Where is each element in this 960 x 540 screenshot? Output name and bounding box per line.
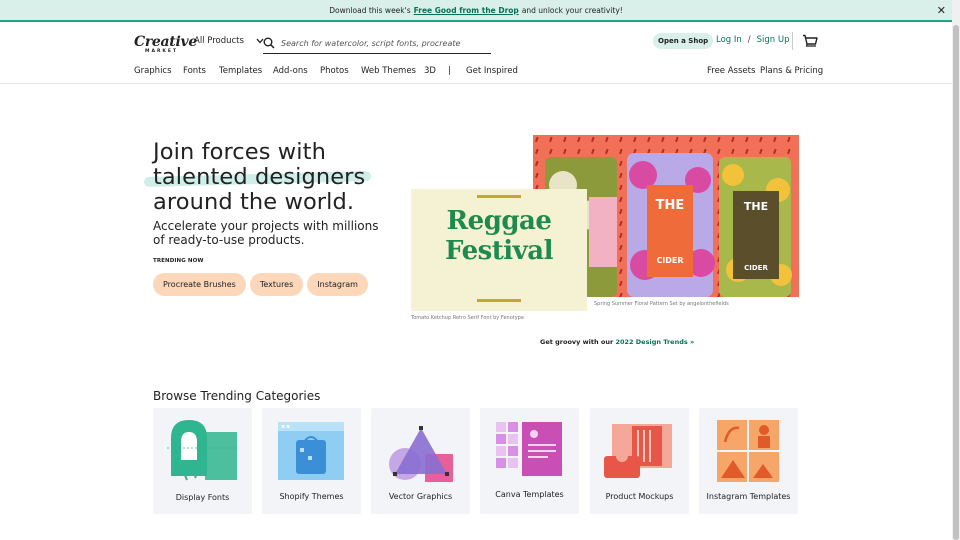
log-in-link[interactable]: Log In [716,35,742,45]
header-divider [792,32,793,50]
can-brand-label: THE [656,198,685,213]
free-goods-link[interactable]: Free Good from the Drop [414,6,519,15]
announcement-prefix: Download this week's [329,5,411,15]
can-cider-label-2: CIDER [744,264,768,272]
logo[interactable]: Creative MARKET [134,35,197,55]
nav-free-assets[interactable]: Free Assets [707,66,755,76]
chip-textures[interactable]: Textures [249,273,304,296]
scrollbar[interactable] [952,0,960,540]
reggae-festival-text: Reggae Festival [411,206,587,266]
reggae-bottom-bar [477,299,521,302]
main-nav: Graphics Fonts Templates Add-ons Photos … [0,62,952,84]
nav-templates[interactable]: Templates [219,66,262,76]
category-display-fonts[interactable]: Display Fonts [153,408,252,514]
design-trends-promo: Get groovy with our 2022 Design Trends » [540,338,694,346]
scroll-thumb[interactable] [953,25,959,540]
category-shopify-themes[interactable]: Shopify Themes [262,408,361,514]
auth-separator: / [747,35,751,45]
nav-fonts[interactable]: Fonts [183,66,206,76]
can-brand-label-2: THE [744,200,768,213]
reggae-festival-image[interactable]: Reggae Festival [411,189,587,311]
vector-graphics-icon [389,426,453,482]
auth-links: Log In / Sign Up [716,35,790,45]
hero-line-2: talented designers [153,164,366,190]
design-trends-prefix: Get groovy with our [540,338,614,346]
cart-icon[interactable] [802,34,818,48]
all-products-dropdown[interactable]: All Products [194,36,264,46]
shopify-themes-icon [278,422,344,480]
announcement-bar: Download this week's Free Good from the … [0,0,952,22]
hero-line-1: Join forces with [153,139,326,165]
reggae-line-2: Festival [445,236,553,266]
hero-subtitle: Accelerate your projects with millions o… [153,219,379,247]
category-canva-templates[interactable]: Canva Templates [480,408,579,514]
chip-procreate-brushes[interactable]: Procreate Brushes [153,273,246,296]
search-input[interactable] [279,37,479,49]
product-mockups-icon [604,424,672,478]
reggae-image-credit[interactable]: Tomato Ketchup Retro Serif Font by Fenot… [411,315,524,321]
reggae-line-1: Reggae [446,206,552,236]
trending-label: TRENDING NOW [153,258,204,264]
open-shop-button[interactable]: Open a Shop [653,33,714,49]
instagram-templates-icon [717,420,779,482]
category-instagram-templates[interactable]: Instagram Templates [699,408,798,514]
category-label: Display Fonts [175,493,230,502]
category-product-mockups[interactable]: Product Mockups [590,408,689,514]
site-header: Creative MARKET All Products Open a Shop… [0,22,952,62]
browse-title: Browse Trending Categories [153,389,321,403]
nav-divider: | [448,66,451,76]
all-products-label: All Products [194,36,244,46]
search-icon[interactable] [263,37,275,49]
category-label: Shopify Themes [279,492,344,501]
canva-templates-icon [496,422,562,476]
close-icon[interactable]: ✕ [937,4,946,17]
cans-image-credit[interactable]: Spring Summer Floral Pattern Set by ange… [594,301,729,307]
nav-graphics[interactable]: Graphics [134,66,172,76]
nav-photos[interactable]: Photos [320,66,349,76]
nav-get-inspired[interactable]: Get Inspired [466,66,518,76]
logo-text: Creative [134,34,197,50]
search-bar [263,33,491,54]
reggae-top-bar [477,195,521,198]
sign-up-link[interactable]: Sign Up [757,35,790,45]
announcement-suffix: and unlock your creativity! [521,5,623,15]
chip-instagram[interactable]: Instagram [307,273,368,296]
can-cider-label: CIDER [656,256,683,265]
trending-chips: Procreate Brushes Textures Instagram [153,273,368,296]
hero-title: Join forces with talented designers arou… [153,140,365,215]
category-label: Canva Templates [495,490,564,499]
display-fonts-icon [167,420,239,481]
category-label: Instagram Templates [706,492,791,501]
hero-line-3: around the world. [153,189,355,215]
nav-web-themes[interactable]: Web Themes [361,66,416,76]
category-label: Product Mockups [605,492,674,501]
category-label: Vector Graphics [388,492,453,501]
design-trends-link[interactable]: 2022 Design Trends » [615,338,694,346]
category-vector-graphics[interactable]: Vector Graphics [371,408,470,514]
nav-3d[interactable]: 3D [424,66,436,76]
nav-plans-pricing[interactable]: Plans & Pricing [760,66,823,76]
nav-add-ons[interactable]: Add-ons [273,66,308,76]
